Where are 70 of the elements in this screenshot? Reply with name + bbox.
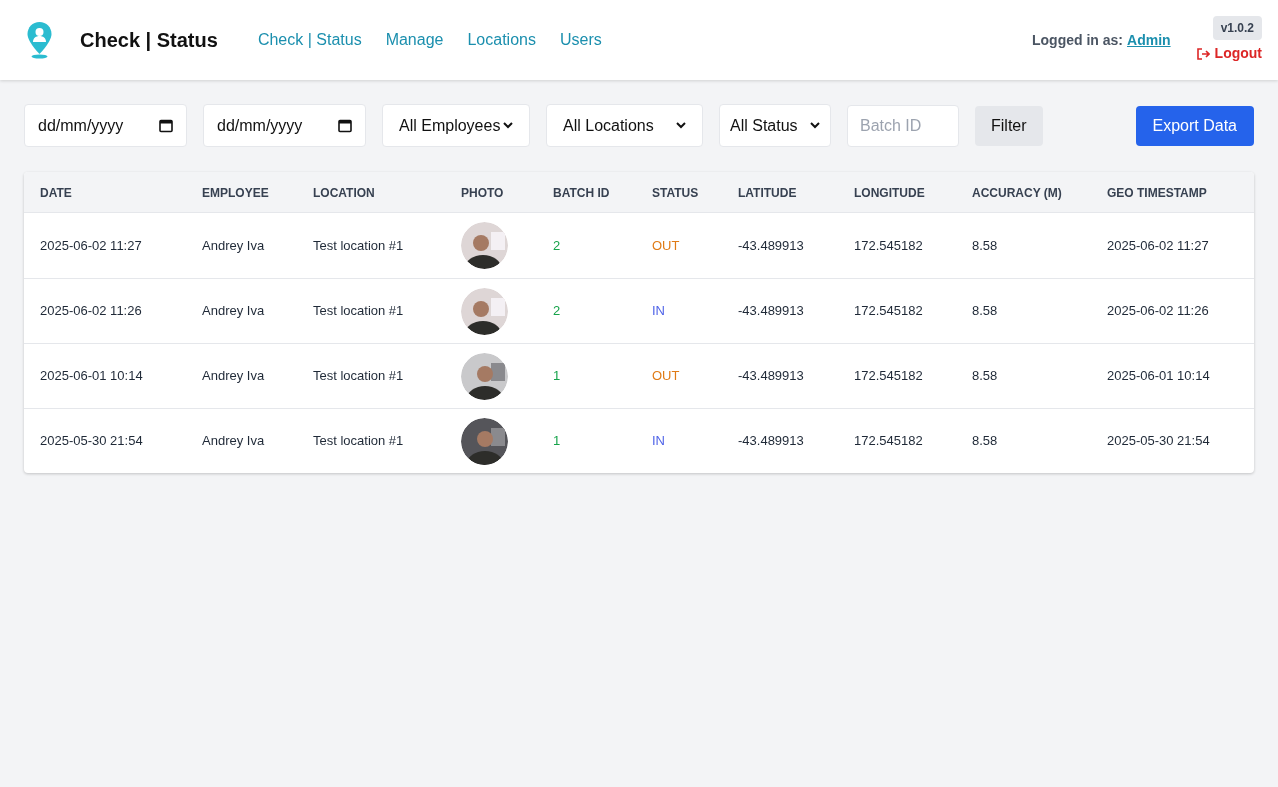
table-cell: -43.489913 [738, 368, 804, 384]
column-header: ACCURACY (M) [972, 186, 1062, 200]
table-cell: 2025-05-30 21:54 [40, 433, 143, 449]
table-cell: 8.58 [972, 303, 998, 319]
logged-in-label: Logged in as: [1032, 30, 1123, 50]
nav-link[interactable]: Check | Status [257, 28, 362, 52]
table-cell: Test location #1 [313, 237, 404, 253]
status-label: OUT [652, 368, 680, 384]
table-cell: 172.545182 [854, 303, 923, 319]
column-header: EMPLOYEE [202, 186, 269, 200]
status-label: IN [652, 303, 665, 319]
filter-button[interactable]: Filter [975, 105, 1043, 146]
nav-link[interactable]: Users [559, 28, 602, 52]
date-field[interactable]: dd/mm/yyyy [24, 104, 187, 147]
chevron-icon [676, 122, 686, 129]
status-label: OUT [652, 237, 680, 253]
table-cell: -43.489913 [738, 237, 804, 253]
column-header: LONGITUDE [854, 186, 925, 200]
column-header: DATE [40, 186, 72, 200]
table-cell: 2025-06-02 11:26 [1107, 303, 1209, 319]
column-header: STATUS [652, 186, 699, 200]
column-header: GEO TIMESTAMP [1107, 186, 1207, 200]
column-header: BATCH ID [553, 186, 610, 200]
table-cell: 2025-06-02 11:27 [1107, 237, 1209, 253]
location-select[interactable]: All Locations [546, 104, 703, 147]
nav-link[interactable]: Locations [467, 28, 536, 52]
table-cell: 2025-06-02 11:27 [40, 237, 142, 253]
location-pin-icon [26, 21, 53, 59]
chevron-icon [810, 122, 820, 129]
table-cell: 2025-06-01 10:14 [40, 368, 143, 384]
table-cell: 8.58 [972, 237, 998, 253]
table-cell: Andrey Iva [202, 368, 265, 384]
brand-title: Check | Status [80, 28, 218, 53]
table-cell: -43.489913 [738, 303, 804, 319]
table-cell: 2025-06-02 11:26 [40, 303, 142, 319]
table-cell: Andrey Iva [202, 303, 265, 319]
column-header: LOCATION [313, 186, 375, 200]
status-select[interactable]: All Status [719, 104, 831, 147]
logout-icon [1195, 46, 1210, 61]
column-header: LATITUDE [738, 186, 797, 200]
table-cell: 8.58 [972, 368, 998, 384]
export-button[interactable]: Export Data [1135, 105, 1254, 146]
batch-id: 1 [553, 433, 561, 449]
chevron-icon [503, 122, 513, 129]
batch-id: 2 [553, 237, 561, 253]
status-label: IN [652, 433, 665, 449]
table-cell: 172.545182 [854, 433, 923, 449]
table-cell: 2025-06-01 10:14 [1107, 368, 1210, 384]
version-badge: v1.0.2 [1212, 16, 1262, 40]
table-cell: Andrey Iva [202, 433, 265, 449]
batch-id-field[interactable]: Batch ID [847, 104, 959, 147]
table-cell: Test location #1 [313, 303, 404, 319]
date-field[interactable]: dd/mm/yyyy [203, 104, 366, 147]
nav-link[interactable]: Manage [385, 28, 444, 52]
table-cell: 172.545182 [854, 237, 923, 253]
table-cell: -43.489913 [738, 433, 804, 449]
logout-button[interactable]: Logout [1195, 43, 1262, 64]
batch-id: 1 [553, 368, 561, 384]
employee-select[interactable]: All Employees [382, 104, 530, 147]
table-cell: Test location #1 [313, 433, 404, 449]
batch-id: 2 [553, 303, 561, 319]
table-cell: 8.58 [972, 433, 998, 449]
user-link[interactable]: Admin [1127, 29, 1171, 51]
calendar-icon[interactable] [159, 118, 173, 133]
table-cell: Andrey Iva [202, 237, 265, 253]
table-cell: 2025-05-30 21:54 [1107, 433, 1210, 449]
calendar-icon[interactable] [338, 118, 352, 133]
table-cell: 172.545182 [854, 368, 923, 384]
column-header: PHOTO [461, 186, 504, 200]
table-cell: Test location #1 [313, 368, 404, 384]
